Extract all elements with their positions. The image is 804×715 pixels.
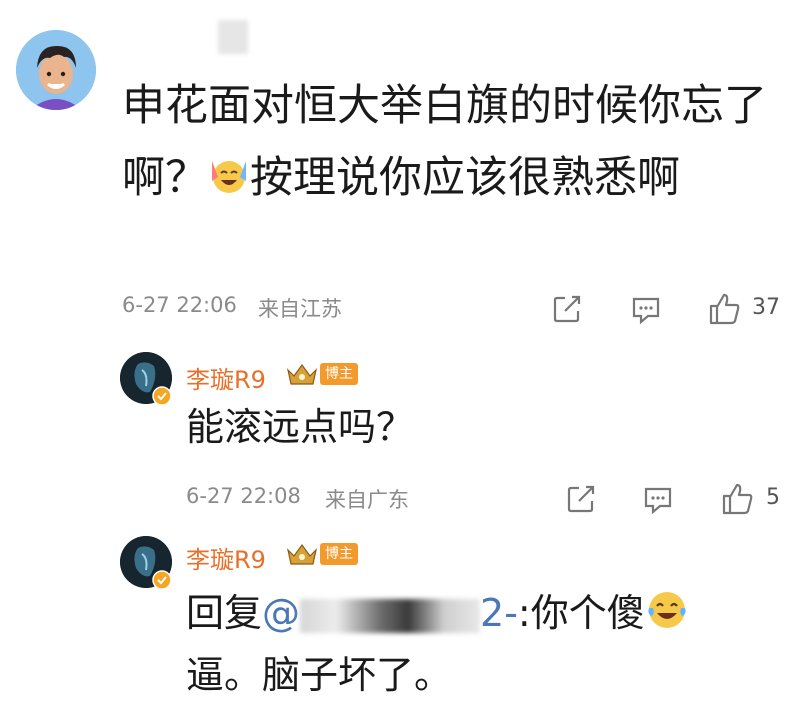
reply-username[interactable]: 李璇R9 [186, 540, 266, 575]
crown-icon [286, 363, 318, 385]
username-redacted [218, 20, 248, 54]
comment-text-part2: 按理说你应该很熟悉啊 [250, 153, 680, 203]
like-icon[interactable] [720, 482, 754, 520]
like-icon[interactable] [707, 292, 741, 330]
reply-username[interactable]: 李璇R9 [186, 360, 266, 395]
mention-redacted [300, 598, 481, 633]
like-count: 5 [766, 485, 780, 510]
comment-time: 6-27 22:06 [122, 293, 237, 317]
reply-text: 回复@ 2-:你个傻 逼。脑子坏了。 [186, 582, 786, 706]
tears-of-joy-emoji-icon [645, 588, 689, 632]
like-count: 37 [752, 295, 780, 320]
reply-text: 能滚远点吗？ [186, 405, 415, 449]
mention-link[interactable]: @2- [262, 591, 518, 635]
comment-location: 来自江苏 [258, 297, 342, 321]
verified-badge-icon [152, 570, 172, 594]
comment-icon[interactable] [630, 294, 662, 330]
reply-location: 来自广东 [325, 488, 409, 512]
comment-text: 申花面对恒大举白旗的时候你忘了啊？ 按理说你应该很熟悉啊 [122, 70, 782, 214]
verified-badge-icon [152, 386, 172, 410]
reply-body-part2: 逼。脑子坏了。 [186, 653, 453, 697]
blogger-badge: 博主 [286, 362, 358, 386]
cartoon-face-icon [16, 30, 96, 110]
reply-time: 6-27 22:08 [186, 484, 301, 508]
mention-at: @ [262, 591, 301, 635]
reply-body-part1: :你个傻 [517, 591, 645, 635]
crying-laughing-emoji-icon [208, 147, 250, 193]
blogger-badge-label: 博主 [320, 363, 358, 385]
mention-suffix: 2- [480, 591, 518, 635]
blogger-badge-label: 博主 [320, 543, 358, 565]
commenter-avatar[interactable] [16, 30, 96, 110]
crown-icon [286, 543, 318, 565]
share-icon[interactable] [566, 484, 596, 518]
reply-prefix: 回复 [186, 591, 263, 635]
blogger-badge: 博主 [286, 542, 358, 566]
comment-icon[interactable] [642, 484, 674, 520]
share-icon[interactable] [552, 294, 582, 328]
